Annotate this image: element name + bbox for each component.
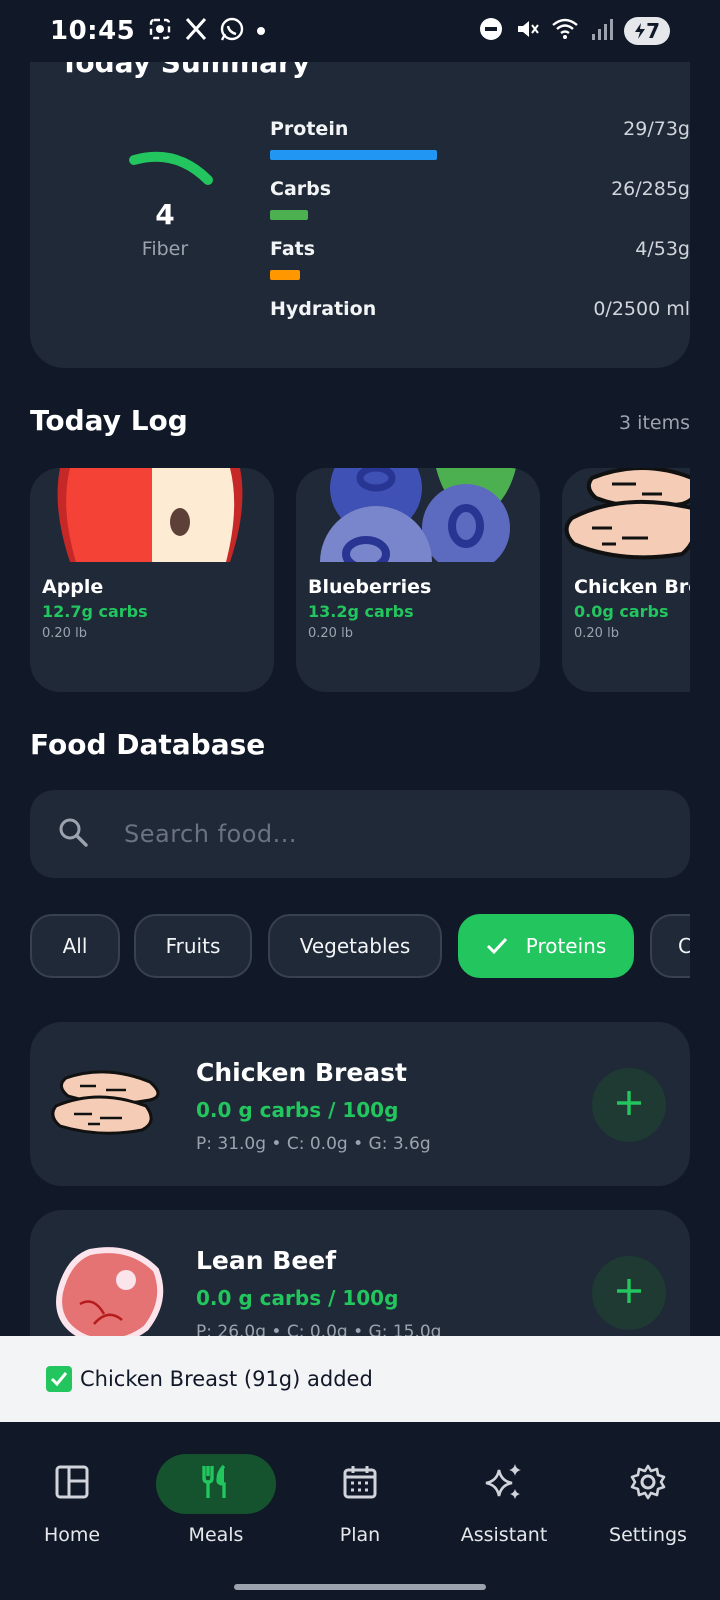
nav-meals[interactable]: Meals — [146, 1450, 286, 1546]
check-icon — [486, 937, 508, 955]
chip-label: Vegetables — [299, 934, 411, 958]
food-database-title: Food Database — [30, 728, 266, 761]
status-bar: 10:45 7 — [0, 0, 720, 62]
macro-name: Hydration — [270, 298, 377, 320]
chip-label: All — [62, 934, 88, 958]
search-icon — [58, 817, 88, 851]
nav-settings[interactable]: Settings — [578, 1450, 718, 1546]
filter-chip-proteins[interactable]: Proteins — [458, 914, 634, 978]
add-food-button[interactable] — [592, 1068, 666, 1142]
steak-icon — [50, 1244, 170, 1345]
log-card-apple[interactable]: Apple 12.7g carbs 0.20 lb — [30, 468, 274, 692]
macro-value: 26/285g — [611, 178, 690, 200]
mute-icon — [514, 16, 540, 46]
search-food-field[interactable]: Search food... — [30, 790, 690, 878]
nav-label: Assistant — [460, 1524, 548, 1546]
today-log-list[interactable]: Apple 12.7g carbs 0.20 lb Blueberries 13… — [0, 460, 690, 700]
filter-chip-fruits[interactable]: Fruits — [134, 914, 252, 978]
macro-name: Fats — [270, 238, 316, 260]
log-item-weight: 0.20 lb — [42, 626, 87, 641]
signal-icon — [590, 16, 614, 46]
status-time: 10:45 — [50, 16, 136, 46]
nav-label: Meals — [188, 1524, 244, 1546]
today-log-title: Today Log — [30, 404, 188, 437]
nav-home[interactable]: Home — [2, 1450, 142, 1546]
category-filter-bar[interactable]: All Fruits Vegetables Proteins C — [0, 912, 690, 982]
macro-name: Protein — [270, 118, 349, 140]
apple-icon — [30, 468, 274, 562]
search-input[interactable]: Search food... — [124, 820, 297, 848]
macro-value: 29/73g — [623, 118, 690, 140]
check-mark-icon — [46, 1366, 72, 1392]
fiber-label: Fiber — [141, 238, 189, 260]
whatsapp-icon — [219, 16, 245, 46]
chicken-breast-icon — [562, 468, 690, 562]
chicken-breast-icon — [50, 1056, 170, 1156]
plus-icon — [614, 1088, 644, 1122]
today-summary-card: Today Summary 4 Fiber Protein 29/73g Car… — [30, 30, 690, 368]
nav-assistant[interactable]: Assistant — [434, 1450, 574, 1546]
log-item-carbs: 12.7g carbs — [42, 602, 148, 621]
bottom-navigation: Home Meals Plan Assistant Settings — [0, 1422, 720, 1600]
fiber-value: 4 — [155, 198, 175, 231]
log-item-weight: 0.20 lb — [574, 626, 619, 641]
utensils-icon — [198, 1464, 234, 1504]
chip-label: Fruits — [165, 934, 221, 958]
x-icon — [183, 16, 209, 46]
chip-label: Proteins — [525, 934, 607, 958]
wifi-icon — [550, 16, 580, 46]
food-name: Chicken Breast — [196, 1058, 407, 1087]
log-item-carbs: 0.0g carbs — [574, 602, 669, 621]
log-item-carbs: 13.2g carbs — [308, 602, 414, 621]
battery-indicator: 7 — [624, 17, 670, 45]
food-carbs: 0.0 g carbs / 100g — [196, 1286, 399, 1310]
fats-progress-bar — [270, 270, 300, 280]
dashboard-icon — [54, 1464, 90, 1504]
protein-progress-bar — [270, 150, 437, 160]
macro-value: 0/2500 ml — [593, 298, 690, 320]
log-item-weight: 0.20 lb — [308, 626, 353, 641]
screen-record-icon — [147, 16, 173, 46]
food-macros: P: 31.0g • C: 0.0g • G: 3.6g — [196, 1134, 431, 1154]
filter-chip-vegetables[interactable]: Vegetables — [268, 914, 442, 978]
food-name: Lean Beef — [196, 1246, 337, 1275]
snackbar: Chicken Breast (91g) added — [0, 1336, 720, 1422]
log-item-name: Chicken Breast — [574, 576, 690, 598]
food-item-chicken-breast[interactable]: Chicken Breast 0.0 g carbs / 100g P: 31.… — [30, 1022, 690, 1186]
snackbar-message: Chicken Breast (91g) added — [80, 1367, 373, 1391]
chip-label: C — [678, 934, 690, 958]
fiber-progress-arc — [129, 151, 213, 185]
dot-icon — [255, 22, 267, 41]
today-log-count: 3 items — [619, 412, 690, 434]
do-not-disturb-icon — [478, 16, 504, 46]
battery-level: 7 — [646, 19, 660, 43]
log-card-chicken-breast[interactable]: Chicken Breast 0.0g carbs 0.20 lb — [562, 468, 690, 692]
plus-icon — [614, 1276, 644, 1310]
blueberries-icon — [296, 468, 540, 562]
gear-icon — [629, 1463, 667, 1505]
home-indicator[interactable] — [234, 1584, 486, 1590]
food-carbs: 0.0 g carbs / 100g — [196, 1098, 399, 1122]
filter-chip-more[interactable]: C — [650, 914, 690, 978]
log-card-blueberries[interactable]: Blueberries 13.2g carbs 0.20 lb — [296, 468, 540, 692]
nav-label: Settings — [609, 1524, 687, 1546]
nav-label: Plan — [339, 1524, 381, 1546]
calendar-icon — [342, 1464, 378, 1504]
carbs-progress-bar — [270, 210, 308, 220]
add-food-button[interactable] — [592, 1256, 666, 1330]
log-item-name: Apple — [42, 576, 104, 598]
macro-value: 4/53g — [635, 238, 690, 260]
sparkles-icon — [484, 1462, 524, 1506]
filter-chip-all[interactable]: All — [30, 914, 120, 978]
macro-name: Carbs — [270, 178, 332, 200]
nav-plan[interactable]: Plan — [290, 1450, 430, 1546]
nav-label: Home — [43, 1524, 101, 1546]
log-item-name: Blueberries — [308, 576, 432, 598]
